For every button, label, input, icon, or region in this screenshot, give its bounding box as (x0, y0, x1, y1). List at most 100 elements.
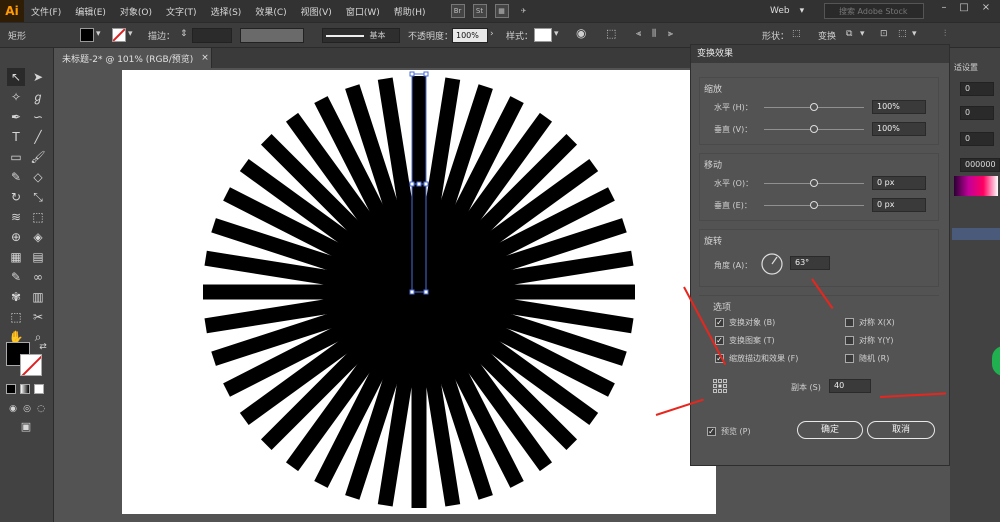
live-paint-icon[interactable]: ◈ (29, 228, 47, 246)
gradient-mode-icon[interactable] (20, 384, 30, 394)
layer-row[interactable] (952, 228, 1000, 240)
column-graph-icon[interactable]: ▥ (29, 288, 47, 306)
variable-width-field[interactable] (240, 28, 304, 43)
pen-tool-icon[interactable]: ✒ (7, 108, 25, 126)
stock-search-input[interactable]: 搜索 Adobe Stock (824, 3, 924, 19)
reflect-y-checkbox[interactable] (845, 336, 854, 345)
document-tab[interactable]: 未标题-2* @ 101% (RGB/预览) × (54, 48, 212, 68)
free-transform-icon[interactable]: ⬚ (29, 208, 47, 226)
panel-hex-field[interactable]: 000000 (960, 158, 1000, 172)
stock-button[interactable]: St (472, 4, 487, 18)
menu-file[interactable]: 文件(F) (24, 5, 68, 18)
fill-swatch[interactable] (80, 28, 94, 42)
selection-handle[interactable] (409, 71, 415, 77)
stroke-color-box[interactable] (20, 354, 42, 376)
assistant-icon[interactable] (992, 346, 1000, 376)
move-vertical-field[interactable]: 0 px (872, 198, 926, 212)
opacity-field[interactable]: 100% (452, 28, 488, 43)
draw-inside-icon[interactable]: ◌ (32, 400, 50, 418)
stroke-weight-field[interactable] (192, 28, 232, 43)
brush-definition-field[interactable]: 基本 (322, 28, 400, 43)
scale-vertical-field[interactable]: 100% (872, 122, 926, 136)
align-center-icon[interactable]: ⫼ (652, 29, 656, 39)
magic-wand-icon[interactable]: ✧ (7, 88, 25, 106)
menu-view[interactable]: 视图(V) (294, 5, 339, 18)
isolate-icon[interactable]: ⧉ (846, 29, 852, 39)
eyedropper-icon[interactable]: ✎ (7, 268, 25, 286)
rotate-tool-icon[interactable]: ↻ (7, 188, 25, 206)
random-checkbox[interactable] (845, 354, 854, 363)
shape-bounds-icon[interactable]: ⬚ (792, 29, 801, 39)
bridge-button[interactable]: Br (450, 4, 465, 18)
close-tab-icon[interactable]: × (201, 53, 209, 63)
chevron-down-icon[interactable]: ▾ (128, 29, 133, 39)
line-tool-icon[interactable]: ╱ (29, 128, 47, 146)
close-icon[interactable]: × (978, 2, 994, 18)
scale-horizontal-knob[interactable] (810, 103, 818, 111)
selection-handle[interactable] (423, 181, 429, 187)
gpu-performance-icon[interactable]: ✈ (517, 4, 531, 18)
recolor-artwork-icon[interactable]: ◉ (576, 26, 586, 40)
chevron-down-icon[interactable]: ▾ (96, 29, 101, 39)
artboard[interactable] (122, 70, 716, 514)
chevron-down-icon[interactable]: ▾ (912, 29, 917, 39)
direct-selection-tool-icon[interactable]: ➤ (29, 68, 47, 86)
select-similar-icon[interactable]: ⬚ (898, 29, 907, 39)
reference-point-locator-icon[interactable] (713, 379, 727, 393)
warp-tool-icon[interactable]: ≋ (7, 208, 25, 226)
selection-handle[interactable] (409, 289, 415, 295)
blend-tool-icon[interactable]: ∞ (29, 268, 47, 286)
artboard-tool-icon[interactable]: ⬚ (7, 308, 25, 326)
slice-tool-icon[interactable]: ✂ (29, 308, 47, 326)
shape-builder-icon[interactable]: ⊕ (7, 228, 25, 246)
transform-patterns-checkbox[interactable]: ✓ (715, 336, 724, 345)
move-horizontal-field[interactable]: 0 px (872, 176, 926, 190)
menu-select[interactable]: 选择(S) (204, 5, 249, 18)
chevron-right-icon[interactable]: › (490, 29, 494, 39)
scale-horizontal-field[interactable]: 100% (872, 100, 926, 114)
panel-field-1[interactable]: 0 (960, 82, 994, 96)
perspective-grid-icon[interactable]: ▦ (7, 248, 25, 266)
transform-icon[interactable]: ⊡ (880, 29, 888, 39)
copies-field[interactable]: 40 (829, 379, 871, 393)
color-spectrum[interactable] (954, 176, 998, 196)
stepper-icon[interactable]: ⇕ (180, 29, 188, 39)
scale-vertical-knob[interactable] (810, 125, 818, 133)
cancel-button[interactable]: 取消 (867, 421, 935, 439)
graphic-style-swatch[interactable] (534, 28, 552, 42)
selection-tool-icon[interactable]: ↖ (7, 68, 25, 86)
swap-colors-icon[interactable]: ⇄ (34, 338, 52, 356)
rectangle-tool-icon[interactable]: ▭ (7, 148, 25, 166)
lasso-icon[interactable]: ℊ (29, 88, 47, 106)
screen-mode-icon[interactable]: ▣ (17, 418, 35, 436)
transform-objects-checkbox[interactable]: ✓ (715, 318, 724, 327)
selection-handle[interactable] (423, 289, 429, 295)
align-right-icon[interactable]: ⫸ (668, 29, 673, 39)
rotate-angle-field[interactable]: 63° (790, 256, 830, 270)
scale-tool-icon[interactable]: ⤡ (29, 188, 47, 206)
eraser-icon[interactable]: ◇ (29, 168, 47, 186)
color-mode-icon[interactable] (6, 384, 16, 394)
menu-help[interactable]: 帮助(H) (387, 5, 433, 18)
curvature-tool-icon[interactable]: ∽ (29, 108, 47, 126)
align-left-icon[interactable]: ⫷ (636, 29, 641, 39)
panel-field-2[interactable]: 0 (960, 106, 994, 120)
arrange-documents-icon[interactable]: ▦ (494, 4, 509, 18)
stroke-swatch[interactable] (112, 28, 126, 42)
preview-checkbox[interactable]: ✓ (707, 427, 716, 436)
workspace-switcher[interactable]: Web ▾ (770, 3, 818, 19)
starburst-artwork[interactable] (122, 70, 716, 514)
selection-handle[interactable] (409, 181, 415, 187)
none-mode-icon[interactable] (34, 384, 44, 394)
symbol-sprayer-icon[interactable]: ✾ (7, 288, 25, 306)
type-tool-icon[interactable]: T (7, 128, 25, 146)
move-vertical-knob[interactable] (810, 201, 818, 209)
selection-handle[interactable] (416, 181, 422, 187)
menu-effect[interactable]: 效果(C) (248, 5, 293, 18)
menu-edit[interactable]: 编辑(E) (68, 5, 113, 18)
move-horizontal-knob[interactable] (810, 179, 818, 187)
chevron-down-icon[interactable]: ▾ (860, 29, 865, 39)
ok-button[interactable]: 确定 (797, 421, 863, 439)
menu-object[interactable]: 对象(O) (113, 5, 159, 18)
reflect-x-checkbox[interactable] (845, 318, 854, 327)
